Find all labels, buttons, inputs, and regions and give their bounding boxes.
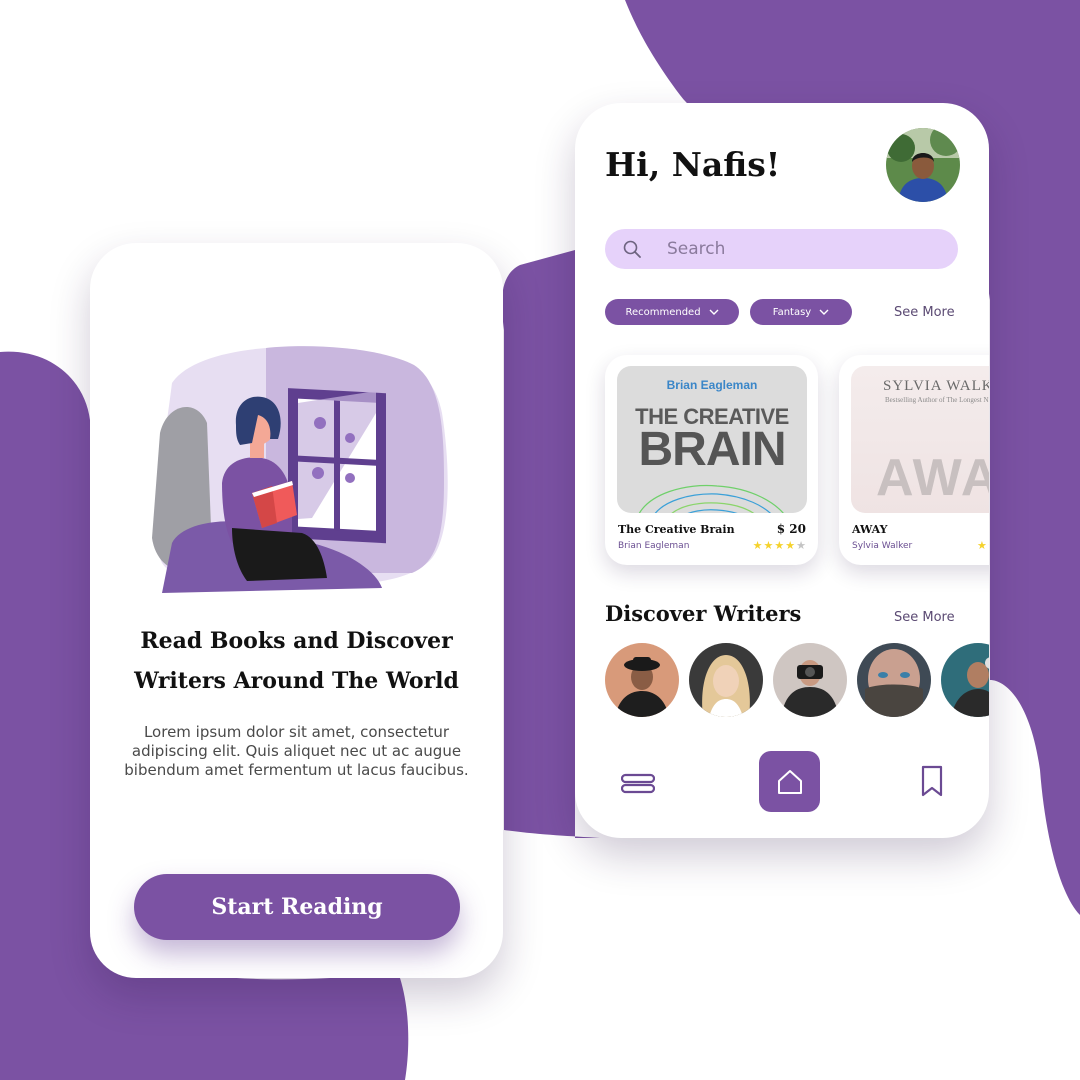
book-title: The Creative Brain <box>618 523 735 536</box>
writers-see-more-link[interactable]: See More <box>894 610 955 625</box>
book-title: AWAY <box>852 523 888 536</box>
books-see-more-link[interactable]: See More <box>894 305 955 320</box>
book-rating: ★ ★ ★ ★ ★ <box>977 541 989 552</box>
star-icon: ★ <box>796 540 806 552</box>
filter-fantasy-label: Fantasy <box>772 306 812 318</box>
chevron-down-icon <box>819 309 829 315</box>
home-nav-button[interactable] <box>759 751 820 812</box>
brain-graphic <box>639 484 784 513</box>
book-cover: SYLVIA WALKER Bestselling Author of The … <box>851 366 989 513</box>
writer-photo <box>857 643 931 717</box>
onboarding-title-line1: Read Books and Discover <box>140 628 453 654</box>
writer-avatar[interactable] <box>941 643 989 717</box>
book-rating: ★ ★ ★ ★ ★ <box>753 541 806 552</box>
bookmark-icon[interactable] <box>921 765 943 797</box>
book-price: $ 20 <box>776 522 806 536</box>
cover-author: Brian Eagleman <box>666 378 758 392</box>
search-bar[interactable] <box>605 229 958 269</box>
filter-recommended-label: Recommended <box>625 306 701 318</box>
star-icon: ★ <box>763 540 774 552</box>
writer-avatar[interactable] <box>857 643 931 717</box>
onboarding-title: Read Books and Discover Writers Around T… <box>110 621 483 701</box>
menu-icon[interactable] <box>621 773 655 795</box>
onboarding-screen: Read Books and Discover Writers Around T… <box>90 243 503 978</box>
book-author: Brian Eagleman <box>618 541 690 551</box>
onboarding-title-line2: Writers Around The World <box>134 668 459 694</box>
home-icon <box>777 769 802 794</box>
onboarding-description: Lorem ipsum dolor sit amet, consectetur … <box>124 723 469 779</box>
cover-author: SYLVIA WALKER <box>883 378 989 394</box>
cover-title-bottom: BRAIN <box>638 423 787 476</box>
user-avatar-image <box>886 128 960 202</box>
writer-avatar[interactable] <box>689 643 763 717</box>
filter-recommended-dropdown[interactable]: Recommended <box>605 299 739 325</box>
writer-photo <box>605 643 679 717</box>
star-icon: ★ <box>752 540 763 552</box>
search-input[interactable] <box>667 239 927 259</box>
filter-fantasy-dropdown[interactable]: Fantasy <box>750 299 852 325</box>
writer-photo <box>773 643 847 717</box>
writer-photo <box>689 643 763 717</box>
book-card-creative-brain[interactable]: Brian Eagleman THE CREATIVE BRAIN The Cr… <box>605 355 818 565</box>
star-icon: ★ <box>977 540 987 552</box>
reading-woman-illustration <box>152 346 448 593</box>
greeting-title: Hi, Nafis! <box>605 145 781 184</box>
star-icon: ★ <box>785 540 796 552</box>
user-avatar[interactable] <box>886 128 960 202</box>
discover-writers-title: Discover Writers <box>605 601 802 626</box>
star-icon: ★ <box>774 540 785 552</box>
writer-avatar[interactable] <box>605 643 679 717</box>
book-cover: Brian Eagleman THE CREATIVE BRAIN <box>617 366 807 513</box>
writer-photo <box>941 643 989 717</box>
home-screen: Hi, Nafis! Recommended Fantasy See More <box>575 103 989 838</box>
chevron-down-icon <box>709 309 719 315</box>
writer-avatar[interactable] <box>773 643 847 717</box>
book-author: Sylvia Walker <box>852 541 913 551</box>
search-icon <box>623 240 641 258</box>
start-reading-button[interactable]: Start Reading <box>134 874 460 940</box>
book-card-away[interactable]: SYLVIA WALKER Bestselling Author of The … <box>839 355 989 565</box>
cover-tagline: Bestselling Author of The Longest Night <box>885 396 989 404</box>
cover-title: AWAY <box>876 449 989 507</box>
star-icon: ★ <box>988 541 989 552</box>
